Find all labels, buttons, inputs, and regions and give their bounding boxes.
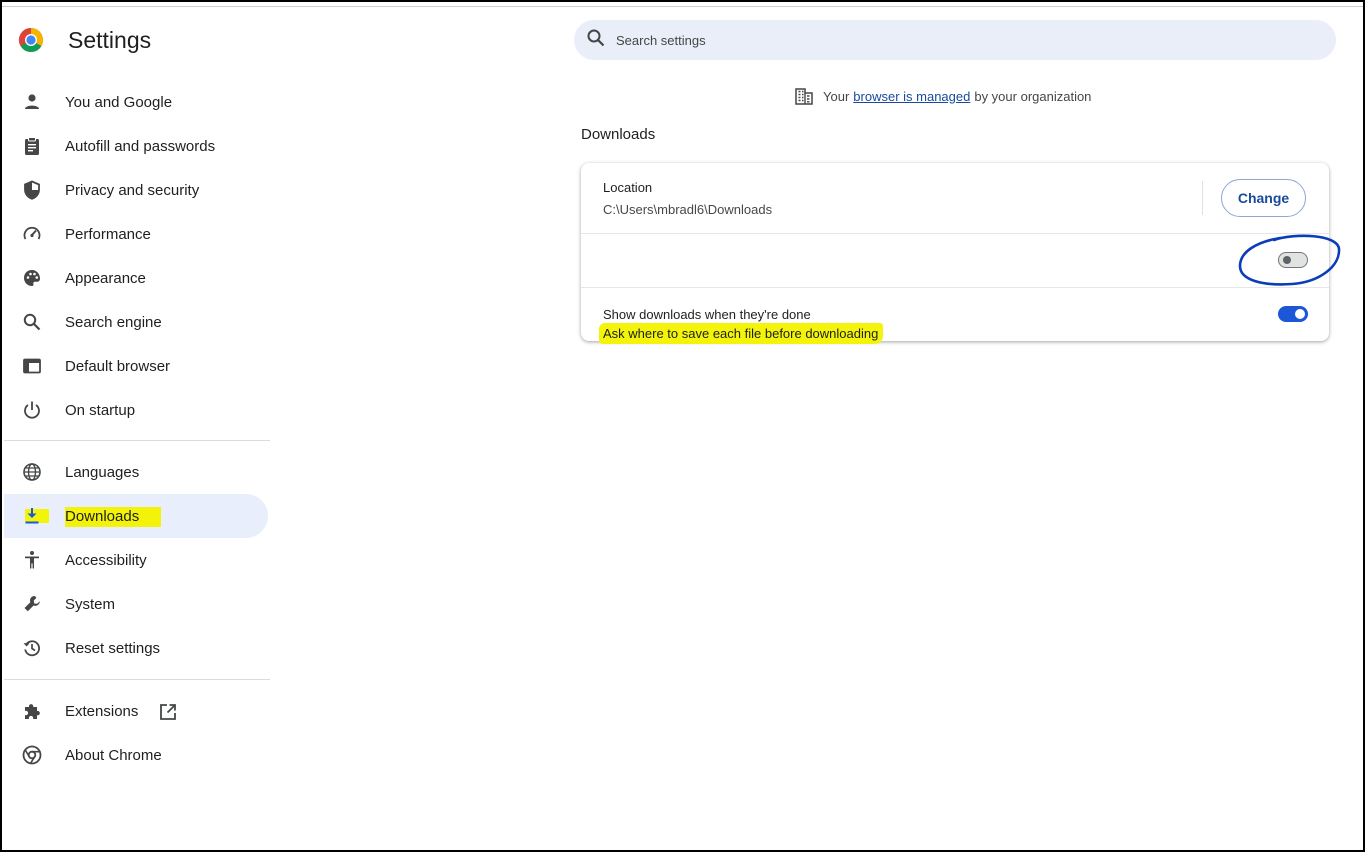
sidebar-item-label: Privacy and security (65, 181, 200, 199)
sidebar-item-about-chrome[interactable]: About Chrome (4, 733, 268, 777)
search-placeholder: Search settings (616, 32, 706, 48)
sidebar-item-label: About Chrome (65, 746, 162, 764)
sidebar-item-label: Performance (65, 225, 151, 243)
sidebar-item-label: Languages (65, 463, 140, 481)
sidebar-item-privacy[interactable]: Privacy and security (4, 168, 268, 212)
show-downloads-toggle[interactable] (1278, 306, 1308, 322)
search-icon (22, 312, 42, 332)
managed-suffix: by your organization (974, 88, 1092, 104)
sidebar-divider (4, 679, 270, 680)
location-label: Location (603, 180, 653, 195)
sidebar-item-appearance[interactable]: Appearance (4, 256, 268, 300)
managed-notice: Your browser is managed by your organiza… (794, 86, 1091, 106)
power-icon (22, 400, 42, 420)
history-icon (22, 638, 42, 658)
sidebar-item-label: Appearance (65, 269, 146, 287)
sidebar-item-label: On startup (65, 401, 136, 419)
downloads-card: Location C:\Users\mbradl6\Downloads Chan… (581, 163, 1329, 344)
download-icon (22, 506, 42, 526)
sidebar-item-label: Search engine (65, 313, 162, 331)
page-title: Settings (68, 27, 152, 53)
show-downloads-label: Show downloads when they're done (603, 307, 811, 322)
palette-icon (22, 268, 42, 288)
sidebar-item-label: Autofill and passwords (65, 137, 216, 155)
chrome-icon (22, 745, 42, 765)
ask-where-row[interactable]: Ask where to save each file before downl… (581, 234, 1329, 344)
accessibility-icon (22, 550, 42, 570)
ask-where-toggle[interactable] (1278, 252, 1308, 268)
globe-icon (22, 462, 42, 482)
sidebar-item-label: Downloads (65, 507, 162, 527)
location-path: C:\Users\mbradl6\Downloads (603, 202, 773, 217)
sidebar-item-autofill[interactable]: Autofill and passwords (4, 124, 268, 168)
window-top-edge (0, 6, 1365, 7)
sidebar-item-you-and-google[interactable]: You and Google (4, 80, 268, 124)
toggle-knob (1295, 309, 1305, 319)
building-icon (794, 86, 814, 106)
open-in-new-icon[interactable] (158, 702, 178, 722)
shield-icon (22, 180, 42, 200)
sidebar-item-label: System (65, 595, 116, 613)
chrome-logo-icon (18, 27, 44, 53)
clipboard-icon (22, 136, 42, 156)
sidebar-item-reset-settings[interactable]: Reset settings (4, 626, 268, 670)
sidebar-item-label: Accessibility (65, 551, 147, 569)
show-downloads-row[interactable]: Show downloads when they're done (581, 288, 1329, 341)
sidebar-item-accessibility[interactable]: Accessibility (4, 538, 268, 582)
managed-prefix: Your (823, 88, 850, 104)
browser-window-icon (22, 356, 42, 376)
sidebar-item-languages[interactable]: Languages (4, 450, 268, 494)
toggle-knob (1283, 256, 1291, 264)
sidebar-item-on-startup[interactable]: On startup (4, 388, 268, 432)
sidebar-divider (4, 440, 270, 441)
sidebar-item-label: You and Google (65, 93, 173, 111)
sidebar-item-performance[interactable]: Performance (4, 212, 268, 256)
sidebar-item-system[interactable]: System (4, 582, 268, 626)
puzzle-icon (22, 701, 42, 721)
row-separator (1202, 181, 1203, 215)
sidebar-item-search-engine[interactable]: Search engine (4, 300, 268, 344)
search-input[interactable]: Search settings (574, 20, 1336, 60)
sidebar-item-extensions[interactable]: Extensions (4, 689, 268, 733)
location-row: Location C:\Users\mbradl6\Downloads Chan… (581, 163, 1329, 233)
sidebar-item-label: Default browser (65, 357, 171, 375)
speedometer-icon (22, 224, 42, 244)
browser-managed-link[interactable]: browser is managed (853, 89, 970, 104)
wrench-icon (22, 594, 42, 614)
search-icon (586, 28, 606, 53)
sidebar-item-downloads[interactable]: Downloads (4, 494, 268, 538)
sidebar-item-default-browser[interactable]: Default browser (4, 344, 268, 388)
change-location-button[interactable]: Change (1221, 179, 1306, 217)
sidebar-item-label: Extensions (65, 702, 139, 720)
section-title: Downloads (581, 126, 656, 143)
sidebar-item-label: Reset settings (65, 639, 161, 657)
person-icon (22, 92, 42, 112)
